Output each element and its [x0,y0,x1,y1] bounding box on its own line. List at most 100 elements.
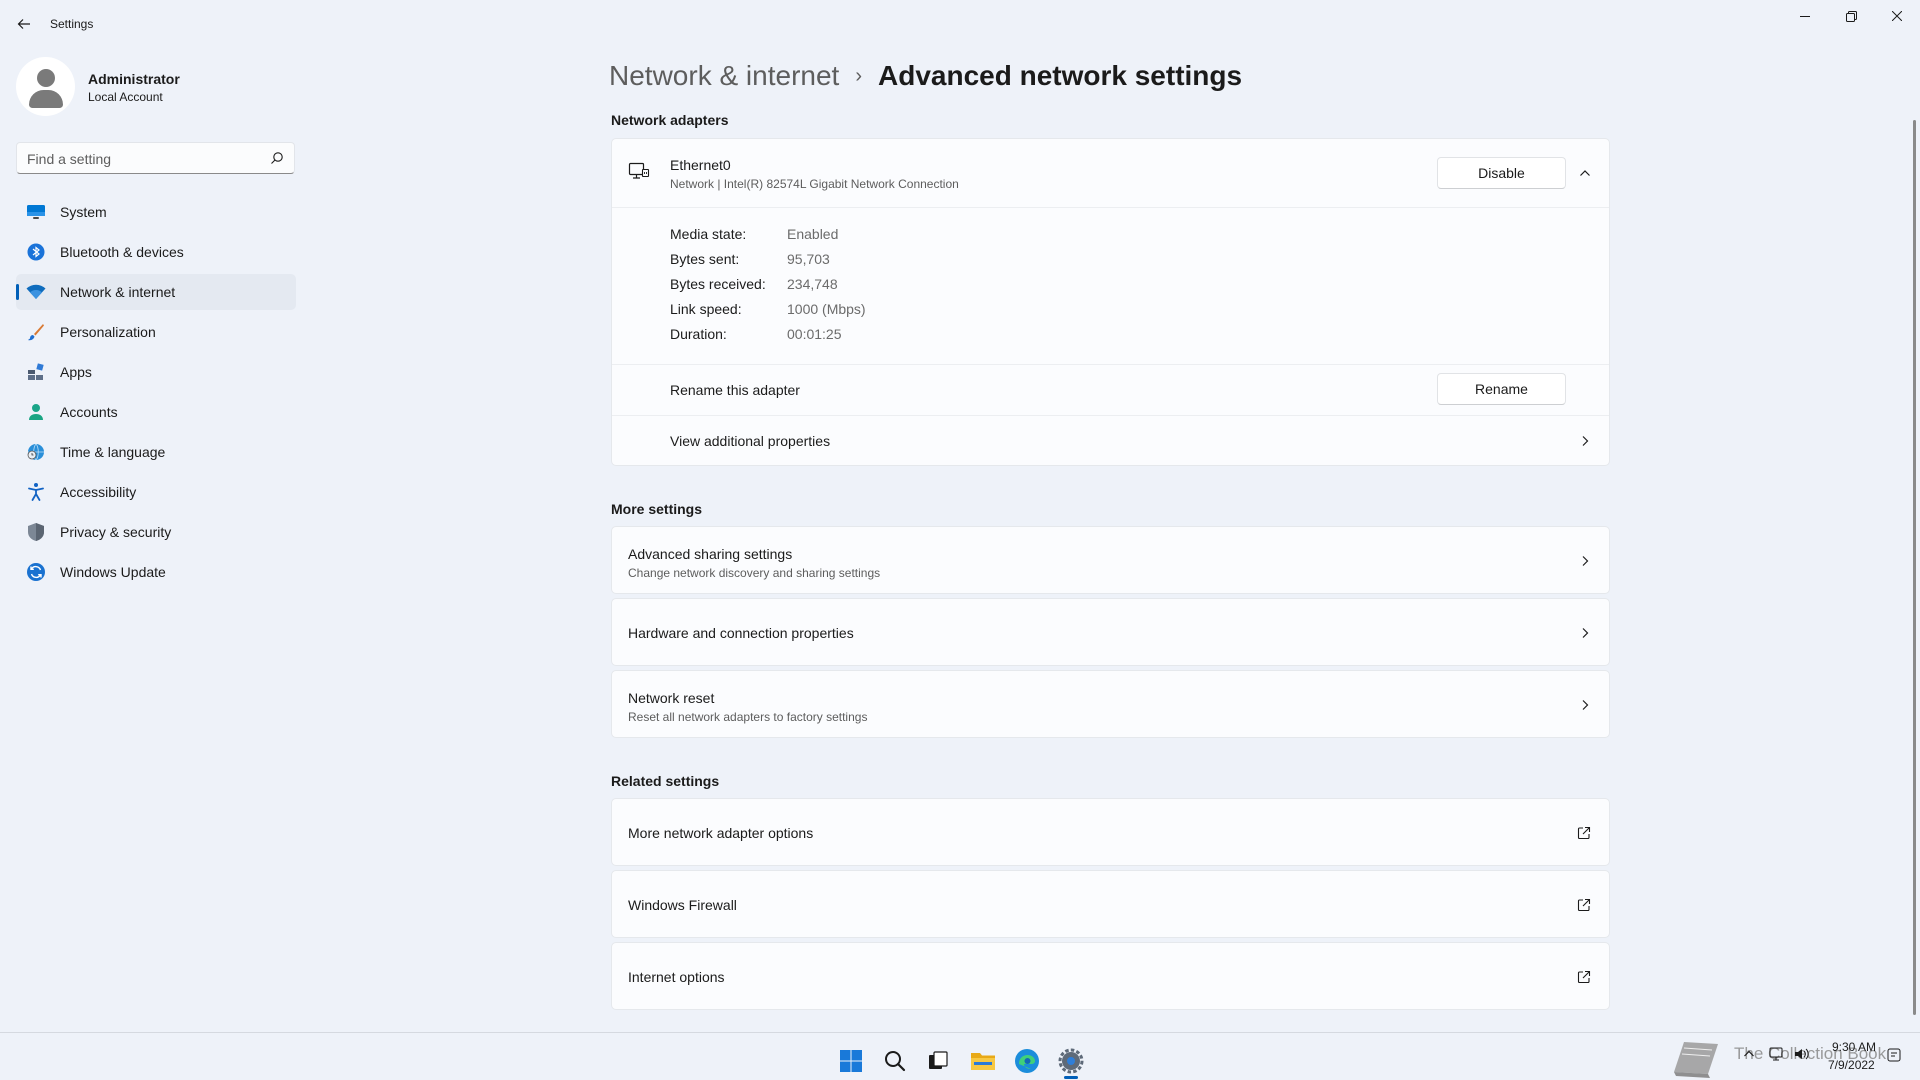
sidebar-item-accessibility[interactable]: Accessibility [16,474,296,510]
person-icon [26,402,46,422]
chevron-right-icon [1582,700,1589,710]
notifications-icon[interactable] [1887,1048,1901,1062]
search-icon [885,1051,906,1072]
network-status-icon[interactable] [1769,1046,1785,1062]
sidebar-item-label: Apps [60,364,92,380]
sidebar-item-time-language[interactable]: Time & language [16,434,296,470]
stat-label: Media state: [670,226,747,242]
chevron-right-icon [1582,628,1589,638]
sidebar-nav: System Bluetooth & devices Network & int… [16,194,296,594]
taskbar [0,1032,1920,1080]
taskbar-clock-date[interactable]: 7/9/2022 [1828,1058,1875,1072]
network-adapters-heading: Network adapters [611,112,729,128]
rename-adapter-text: Rename this adapter [670,382,800,398]
monitor-icon [26,202,46,222]
internet-options-card[interactable]: Internet options [611,942,1610,1010]
file-explorer-button[interactable] [963,1041,1003,1080]
edge-browser-icon [1015,1049,1039,1073]
shield-icon [26,522,46,542]
sidebar-item-label: Privacy & security [60,524,172,540]
advanced-sharing-settings-card[interactable]: Advanced sharing settings Change network… [611,526,1610,594]
hardware-connection-properties-card[interactable]: Hardware and connection properties [611,598,1610,666]
breadcrumb-parent-link[interactable]: Network & internet [609,60,839,92]
stat-label: Bytes sent: [670,251,740,267]
maximize-button[interactable] [1828,0,1874,32]
sidebar-item-label: Network & internet [60,284,176,300]
arrow-left-icon [17,19,30,29]
book-logo-icon [1674,1042,1718,1078]
sidebar-item-windows-update[interactable]: Windows Update [16,554,296,590]
restore-icon [1845,10,1857,22]
card-title: Network reset [628,690,715,706]
network-reset-card[interactable]: Network reset Reset all network adapters… [611,670,1610,738]
stat-value: 1000 (Mbps) [787,301,866,317]
vertical-scrollbar[interactable] [1913,120,1916,1015]
sidebar-item-label: System [60,204,107,220]
sidebar-item-label: Time & language [60,444,166,460]
start-button[interactable] [831,1041,871,1080]
adapter-description: Network | Intel(R) 82574L Gigabit Networ… [670,177,959,191]
taskbar-search-button[interactable] [875,1041,915,1080]
sidebar-item-label: Bluetooth & devices [60,244,184,260]
apps-icon [26,362,46,382]
stat-value: Enabled [787,226,839,242]
minimize-icon [1800,16,1810,17]
sidebar-item-bluetooth[interactable]: Bluetooth & devices [16,234,296,270]
active-app-indicator [1064,1076,1078,1079]
edge-browser-button[interactable] [1007,1041,1047,1080]
globe-clock-icon [26,442,46,462]
user-profile[interactable]: Administrator Local Account [16,57,296,117]
view-additional-properties-row[interactable]: View additional properties [612,416,1609,466]
windows-start-icon [840,1050,862,1072]
minimize-button[interactable] [1782,0,1828,32]
card-description: Change network discovery and sharing set… [628,566,881,580]
tray-overflow-chevron-icon[interactable] [1743,1048,1755,1060]
search-box[interactable] [16,142,295,174]
title-bar: Settings [0,0,1920,48]
rename-button[interactable]: Rename [1437,373,1566,405]
more-network-adapter-options-card[interactable]: More network adapter options [611,798,1610,866]
windows-firewall-card[interactable]: Windows Firewall [611,870,1610,938]
card-title: Hardware and connection properties [628,625,854,641]
sidebar-item-network[interactable]: Network & internet [16,274,296,310]
bluetooth-icon [26,242,46,262]
settings-app-button[interactable] [1051,1041,1091,1080]
view-additional-properties-label: View additional properties [670,433,831,449]
back-button[interactable] [12,12,36,36]
sidebar-item-privacy[interactable]: Privacy & security [16,514,296,550]
rename-adapter-row: Rename this adapter Rename [612,365,1609,415]
stat-value: 00:01:25 [787,326,842,342]
stat-value: 234,748 [787,276,838,292]
close-icon [1892,11,1902,21]
sidebar-item-label: Accounts [60,404,118,420]
chevron-right-icon [1582,556,1589,566]
account-type: Local Account [88,90,163,104]
sidebar-item-label: Accessibility [60,484,137,500]
disable-button[interactable]: Disable [1437,157,1566,189]
avatar [16,57,75,116]
related-settings-heading: Related settings [611,773,720,789]
update-icon [26,562,46,582]
adapter-header[interactable]: Ethernet0 Network | Intel(R) 82574L Giga… [612,139,1609,207]
task-view-button[interactable] [918,1041,958,1080]
open-external-icon [1577,826,1591,840]
sidebar-item-system[interactable]: System [16,194,296,230]
close-button[interactable] [1874,0,1920,32]
taskbar-clock-time[interactable]: 9:30 AM [1832,1040,1876,1054]
search-icon [271,152,283,164]
stat-label: Link speed: [670,301,742,317]
card-title: Internet options [628,969,725,985]
sidebar-item-accounts[interactable]: Accounts [16,394,296,430]
volume-icon[interactable] [1793,1046,1809,1062]
chevron-up-icon[interactable] [1579,167,1591,179]
task-view-icon [929,1051,948,1069]
card-description: Reset all network adapters to factory se… [628,710,868,724]
search-input[interactable] [27,149,257,169]
sidebar-item-personalization[interactable]: Personalization [16,314,296,350]
adapter-name: Ethernet0 [670,157,731,173]
sidebar-item-apps[interactable]: Apps [16,354,296,390]
settings-app-icon [1058,1048,1084,1074]
card-title: Windows Firewall [628,897,737,913]
card-title: More network adapter options [628,825,814,841]
accessibility-icon [26,482,46,502]
